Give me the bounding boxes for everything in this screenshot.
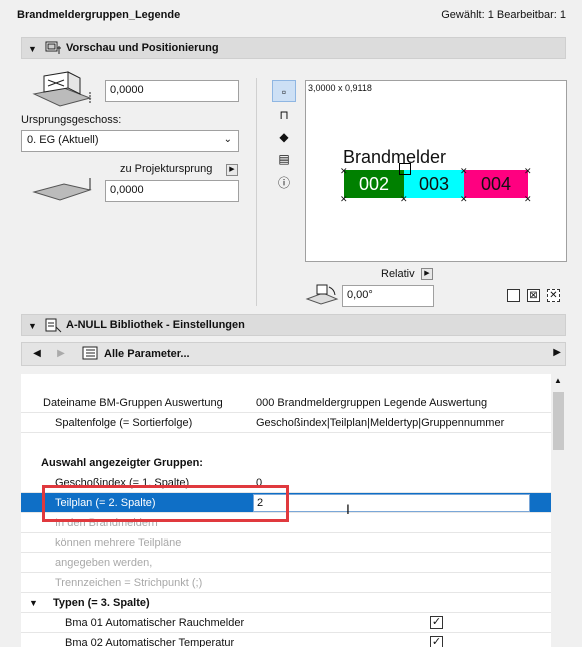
preview-panel: 3,0000 x 0,9118 Brandmelder 002 003 004 … bbox=[305, 80, 567, 262]
nav-forward-button[interactable]: ▶ bbox=[50, 345, 72, 363]
height-3d-box-icon bbox=[32, 71, 92, 107]
home-story-label: Ursprungsgeschoss: bbox=[21, 114, 122, 126]
expand-triangle-icon[interactable]: ▼ bbox=[29, 598, 38, 608]
scroll-thumb[interactable] bbox=[553, 392, 564, 450]
param-group-row: Auswahl angezeigter Gruppen: bbox=[41, 457, 203, 469]
chevron-left-icon: ◀ bbox=[33, 348, 41, 359]
home-story-value: 0. EG (Aktuell) bbox=[27, 134, 99, 146]
home-story-dropdown[interactable]: 0. EG (Aktuell) ⌄ bbox=[21, 130, 239, 152]
param-row[interactable]: Bma 02 Automatischer Temperatur ✓ bbox=[21, 633, 551, 647]
param-row[interactable]: Spaltenfolge (= Sortierfolge) Geschoßind… bbox=[21, 413, 551, 433]
param-nav-bar: ◀ ▶ Alle Parameter... ▶ bbox=[21, 342, 566, 366]
view-3d-button[interactable]: ◆ bbox=[272, 126, 296, 148]
dialog-title: Brandmeldergruppen_Legende bbox=[17, 9, 181, 21]
section-library-label: A-NULL Bibliothek - Einstellungen bbox=[66, 319, 245, 331]
type-checkbox[interactable]: ✓ bbox=[430, 616, 443, 629]
view-section-button[interactable]: ⊓ bbox=[272, 104, 296, 126]
section-library-header[interactable]: ▼ A-NULL Bibliothek - Einstellungen bbox=[21, 314, 566, 336]
collapse-triangle-icon[interactable]: ▼ bbox=[28, 44, 37, 54]
table-icon: ⊓ bbox=[279, 108, 289, 122]
text-cursor-icon: I bbox=[346, 501, 350, 517]
param-selector-label: Alle Parameter... bbox=[104, 348, 190, 360]
chevron-right-icon: ▶ bbox=[57, 348, 65, 359]
height-field[interactable]: 0,0000 bbox=[105, 80, 239, 102]
hotspot-anchor-icon bbox=[399, 163, 411, 175]
preview-cell-3: 004 bbox=[464, 170, 528, 198]
info-button[interactable]: ⓘ bbox=[272, 172, 296, 194]
mirror-dashed-icon[interactable]: ✕ bbox=[547, 289, 560, 302]
param-row[interactable]: Dateiname BM-Gruppen Auswertung 000 Bran… bbox=[21, 393, 551, 413]
param-row[interactable]: Bma 01 Automatischer Rauchmelder ✓ bbox=[21, 613, 551, 633]
library-settings-icon bbox=[45, 318, 62, 333]
param-row: Trennzeichen = Strichpunkt (;) bbox=[21, 573, 551, 593]
project-zero-field[interactable]: 0,0000 bbox=[105, 180, 239, 202]
chevron-down-icon: ⌄ bbox=[223, 134, 232, 145]
collapse-triangle-icon[interactable]: ▼ bbox=[28, 321, 37, 331]
teilplan-edit-field[interactable]: 2 bbox=[253, 494, 530, 512]
preview-title: Brandmelder bbox=[343, 147, 447, 167]
info-icon: ⓘ bbox=[277, 176, 290, 190]
square-icon: ▫ bbox=[281, 85, 287, 99]
view-film-button[interactable]: ▤ bbox=[272, 148, 296, 170]
param-list-scrollbar[interactable]: ▲ bbox=[551, 374, 566, 647]
chevron-right-icon: ▶ bbox=[553, 347, 561, 358]
view-2d-button[interactable]: ▫ bbox=[272, 80, 296, 102]
project-zero-label: zu Projektursprung bbox=[120, 163, 213, 175]
relativ-label: Relativ bbox=[381, 268, 415, 280]
preview-cell-1: 002 bbox=[344, 170, 404, 198]
film-icon: ▤ bbox=[278, 152, 290, 166]
nav-back-button[interactable]: ◀ bbox=[26, 345, 48, 363]
selection-info: Gewählt: 1 Bearbeitbar: 1 bbox=[441, 9, 566, 21]
preview-cell-2: 003 bbox=[404, 170, 464, 198]
type-checkbox[interactable]: ✓ bbox=[430, 636, 443, 647]
section-preview-header[interactable]: ▼ Vorschau und Positionierung bbox=[21, 37, 566, 59]
section-preview-label: Vorschau und Positionierung bbox=[66, 42, 219, 54]
mirror-box-icon[interactable]: ⊠ bbox=[527, 289, 540, 302]
param-group-row[interactable]: ▼ Typen (= 3. Spalte) bbox=[21, 593, 551, 613]
play-arrow-icon[interactable]: ▶ bbox=[226, 164, 238, 176]
parameter-list-icon bbox=[82, 346, 98, 360]
angle-field[interactable]: 0,00° bbox=[342, 285, 434, 307]
scroll-up-icon[interactable]: ▲ bbox=[554, 376, 562, 385]
project-zero-plane-icon bbox=[32, 178, 92, 201]
param-row: können mehrere Teilpläne bbox=[21, 533, 551, 553]
cube-icon: ◆ bbox=[279, 130, 289, 144]
highlight-box bbox=[42, 485, 289, 522]
rotation-angle-icon bbox=[305, 284, 339, 305]
preview-size-text: 3,0000 x 0,9118 bbox=[308, 83, 372, 93]
preview-position-icon bbox=[45, 41, 61, 54]
param-row: angegeben werden, bbox=[21, 553, 551, 573]
param-selector[interactable]: Alle Parameter... ▶ bbox=[78, 344, 565, 364]
mirror-none-checkbox[interactable] bbox=[507, 289, 520, 302]
relativ-arrow-icon[interactable]: ▶ bbox=[421, 268, 433, 280]
